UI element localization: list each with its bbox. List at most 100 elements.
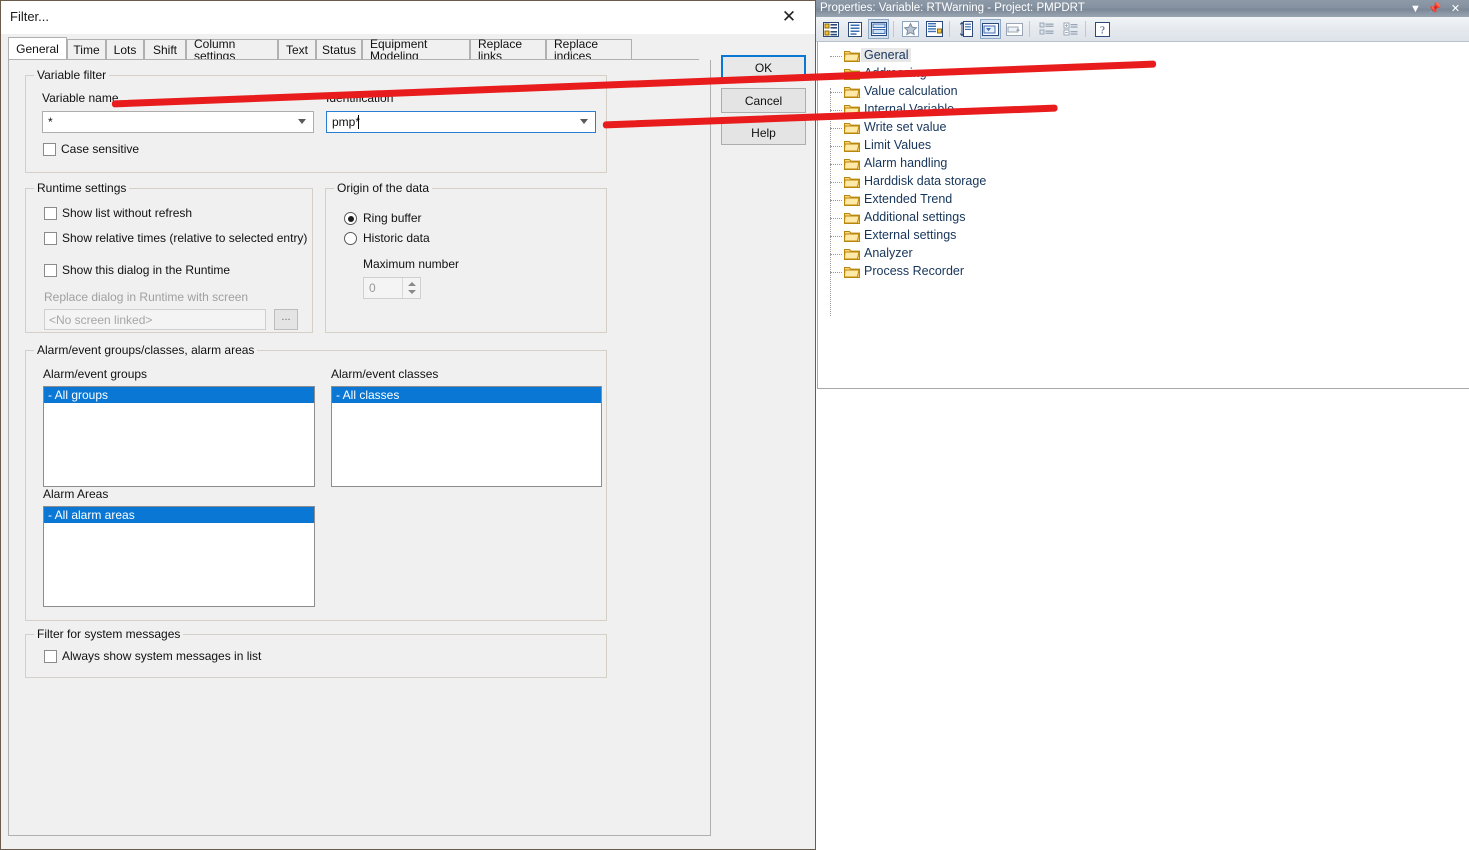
tab-general[interactable]: General <box>8 37 67 60</box>
identification-combo[interactable]: pmp* <box>326 111 596 133</box>
stepper-up-icon[interactable] <box>408 282 416 286</box>
tree-item-label: Addressing <box>864 66 927 80</box>
show-dialog-in-runtime-checkbox[interactable] <box>44 264 57 277</box>
screen-link-field[interactable]: <No screen linked> <box>44 309 266 330</box>
folder-icon <box>843 103 860 116</box>
properties-window: Properties: Variable: RTWarning - Projec… <box>816 0 1469 850</box>
stepper-buttons[interactable] <box>402 278 420 298</box>
maximum-number-stepper[interactable]: 0 <box>363 277 421 299</box>
tab-time[interactable]: Time <box>67 39 106 60</box>
folder-icon <box>843 157 860 170</box>
replace-dialog-label: Replace dialog in Runtime with screen <box>44 290 249 304</box>
origin-of-data-group-title: Origin of the data <box>334 181 433 195</box>
expand-group-icon[interactable] <box>1036 19 1057 39</box>
screen-root: Filter... ✕ General Time Lots Shift Colu… <box>0 0 1469 850</box>
tree-connector-line <box>830 88 832 316</box>
sort-icon[interactable] <box>956 19 977 39</box>
cancel-button[interactable]: Cancel <box>721 88 806 113</box>
alarm-areas-list[interactable]: - All alarm areas <box>43 506 315 607</box>
origin-of-data-group: Origin of the data Ring buffer Historic … <box>325 181 607 333</box>
case-sensitive-checkbox[interactable] <box>43 143 56 156</box>
system-messages-group: Filter for system messages Always show s… <box>25 627 607 678</box>
tree-item-label: Extended Trend <box>864 192 953 206</box>
tab-shift[interactable]: Shift <box>144 39 186 60</box>
expand-all-icon[interactable] <box>1060 19 1081 39</box>
list-item[interactable]: - All groups <box>44 387 314 403</box>
alarm-section-group-title: Alarm/event groups/classes, alarm areas <box>34 343 258 357</box>
close-icon[interactable]: ✕ <box>1448 1 1463 16</box>
maximum-number-value: 0 <box>369 281 376 295</box>
chevron-down-icon <box>580 119 589 125</box>
identification-value: pmp* <box>332 115 361 129</box>
tree-item-label: Write set value <box>864 120 947 134</box>
tab-text[interactable]: Text <box>278 39 316 60</box>
folder-icon <box>843 265 860 278</box>
show-list-without-refresh-checkbox[interactable] <box>44 207 57 220</box>
maximum-number-label: Maximum number <box>363 257 460 271</box>
chevron-down-icon <box>298 119 307 125</box>
list-item[interactable]: - All alarm areas <box>44 507 314 523</box>
identification-label: Identification <box>326 91 394 105</box>
tab-column-settings[interactable]: Column settings <box>186 38 278 62</box>
always-show-system-messages-label: Always show system messages in list <box>62 649 262 663</box>
categorized-view-icon[interactable] <box>820 19 841 39</box>
historic-data-radio[interactable] <box>344 232 357 245</box>
pin-icon[interactable]: 📌 <box>1427 1 1442 16</box>
chevron-down-icon[interactable]: ▼ <box>1408 1 1423 16</box>
tab-replace-links[interactable]: Replace links <box>470 38 546 62</box>
filter-dialog-title: Filter... <box>10 9 50 24</box>
folder-icon <box>843 139 860 152</box>
alarm-event-classes-label: Alarm/event classes <box>331 367 439 381</box>
screen-link-value: <No screen linked> <box>49 313 153 327</box>
tab-status[interactable]: Status <box>316 39 362 60</box>
always-show-system-messages-checkbox[interactable] <box>44 650 57 663</box>
stepper-down-icon[interactable] <box>408 290 416 294</box>
variable-name-label: Variable name <box>42 91 119 105</box>
folder-icon <box>843 247 860 260</box>
ring-buffer-label: Ring buffer <box>363 211 422 225</box>
alarm-groups-classes-areas-group: Alarm/event groups/classes, alarm areas … <box>25 343 607 621</box>
favorites-icon[interactable] <box>900 19 921 39</box>
ok-button[interactable]: OK <box>721 55 806 80</box>
properties-title: Properties: Variable: RTWarning - Projec… <box>820 2 1085 14</box>
system-messages-group-title: Filter for system messages <box>34 627 184 641</box>
help-button[interactable]: Help <box>721 120 806 145</box>
list-view-icon[interactable] <box>924 19 945 39</box>
folder-icon <box>843 49 860 62</box>
ring-buffer-radio[interactable] <box>344 212 357 225</box>
filter-dialog-window: Filter... ✕ General Time Lots Shift Colu… <box>0 0 816 850</box>
alarm-event-groups-label: Alarm/event groups <box>43 367 148 381</box>
folder-icon <box>843 193 860 206</box>
property-pages-icon[interactable] <box>868 19 889 39</box>
svg-text:?: ? <box>1100 24 1105 36</box>
tree-item-label: Analyzer <box>864 246 913 260</box>
runtime-settings-group: Runtime settings Show list without refre… <box>25 181 313 333</box>
variable-name-combo[interactable]: * <box>42 111 314 133</box>
tree-item-label: Limit Values <box>864 138 932 152</box>
collapse-icon[interactable] <box>1004 19 1025 39</box>
tab-replace-indices[interactable]: Replace indices <box>546 38 632 62</box>
filter-general-tab-page: Variable filter Variable name * Identifi… <box>8 60 711 836</box>
tree-item-label: Internal Variable <box>864 102 955 116</box>
tab-lots[interactable]: Lots <box>106 39 144 60</box>
close-icon[interactable]: ✕ <box>767 1 811 33</box>
tree-item-label: Process Recorder <box>864 264 965 278</box>
browse-screen-button[interactable]: ... <box>274 309 298 330</box>
folder-icon <box>843 67 860 80</box>
list-item[interactable]: - All classes <box>332 387 601 403</box>
folder-icon <box>843 121 860 134</box>
tab-equipment-modeling[interactable]: Equipment Modeling <box>362 38 470 62</box>
filter-tab-strip: General Time Lots Shift Column settings … <box>8 37 808 62</box>
properties-category-tree[interactable]: General Addressing Value calculation Int… <box>817 42 1469 389</box>
tree-item-label: Value calculation <box>864 84 958 98</box>
tree-item-label: Additional settings <box>864 210 966 224</box>
help-icon[interactable]: ? <box>1092 19 1113 39</box>
text-caret <box>358 115 359 129</box>
show-dialog-in-runtime-label: Show this dialog in the Runtime <box>62 263 231 277</box>
dropdown-icon[interactable] <box>980 19 1001 39</box>
alphabetical-view-icon[interactable] <box>844 19 865 39</box>
show-relative-times-checkbox[interactable] <box>44 232 57 245</box>
tree-item-label: Harddisk data storage <box>864 174 987 188</box>
alarm-event-groups-list[interactable]: - All groups <box>43 386 315 487</box>
alarm-event-classes-list[interactable]: - All classes <box>331 386 602 487</box>
